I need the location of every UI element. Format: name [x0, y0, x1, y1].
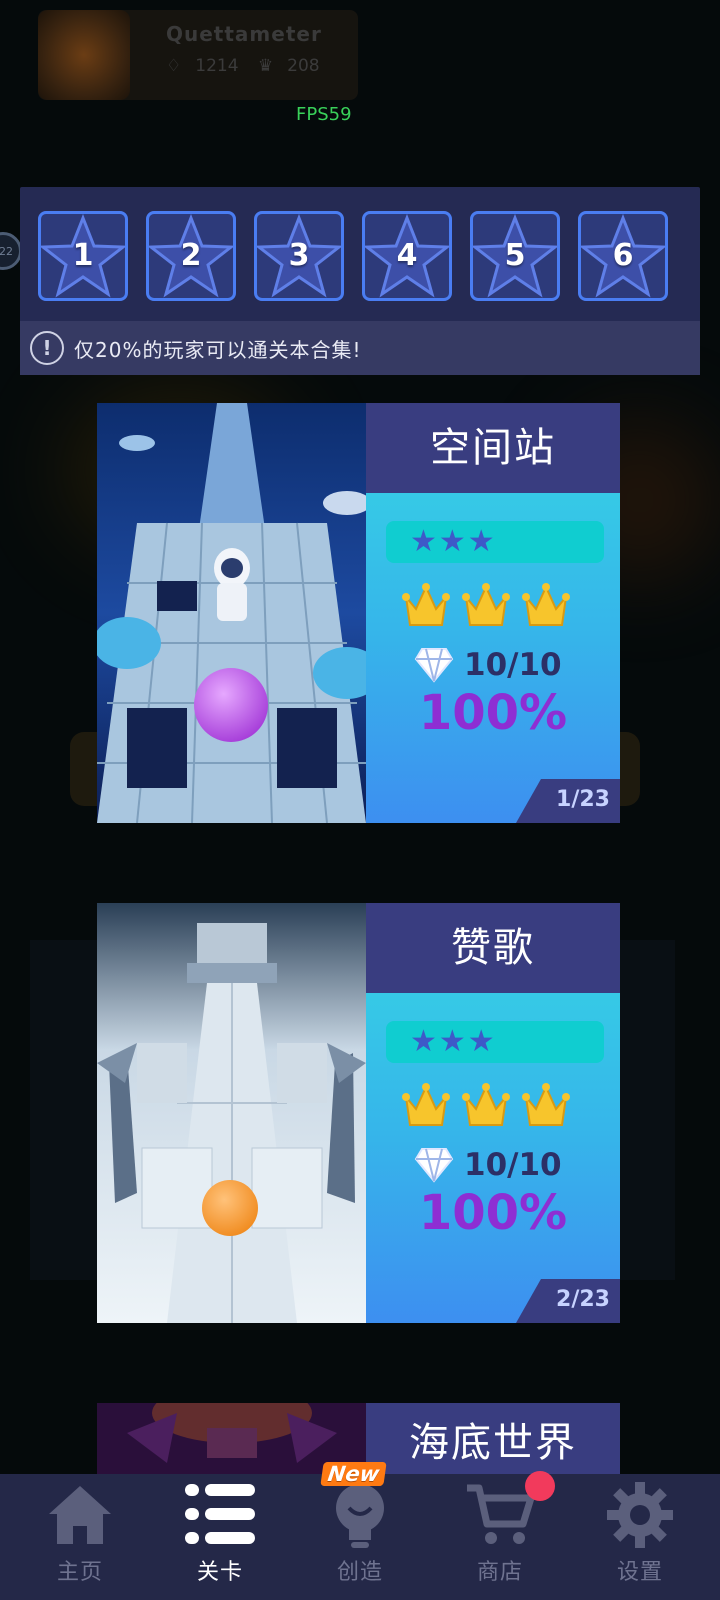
- level-title: 空间站: [366, 403, 620, 493]
- level-page-index: 1/23: [556, 787, 610, 812]
- lightbulb-icon: [336, 1484, 384, 1548]
- gem-icon: ♢: [166, 56, 182, 76]
- level-number: 4: [396, 238, 418, 273]
- crown-icon: [462, 1083, 510, 1126]
- crown-icon: ♛: [257, 56, 274, 76]
- nav-label: 设置: [616, 1560, 663, 1585]
- crown-icon: [402, 583, 450, 626]
- player-crown-count: 208: [287, 56, 320, 76]
- fps-counter: FPS59: [296, 104, 352, 125]
- level-card-space-station[interactable]: 空间站 ★★★ 10/10 100% 1/23: [97, 403, 620, 823]
- level-page-tag: 2/23: [516, 1279, 620, 1323]
- level-selector-panel: 1 2 3 4 5 6 ! 仅20%的玩家可以通关本合集!: [20, 187, 700, 375]
- info-icon: !: [30, 331, 64, 365]
- level-number: 2: [180, 238, 202, 273]
- completion-percent: 100%: [418, 685, 568, 741]
- diamond-icon: [414, 648, 454, 683]
- nav-item-settings[interactable]: 设置: [570, 1474, 710, 1600]
- level-number: 6: [612, 238, 634, 273]
- level-tile-1[interactable]: 1: [38, 211, 128, 301]
- home-icon: [49, 1486, 111, 1544]
- diamond-icon: [414, 1148, 454, 1183]
- level-number: 5: [504, 238, 526, 273]
- level-art-anthem: [97, 903, 366, 1323]
- gem-progress: 10/10: [414, 645, 562, 685]
- side-level-badge: 22: [0, 232, 22, 270]
- gem-count: 10/10: [464, 1147, 562, 1183]
- crown-icon: [522, 583, 570, 626]
- nav-label: 创造: [336, 1560, 383, 1585]
- level-title: 海底世界: [366, 1403, 620, 1474]
- level-tile-row: 1 2 3 4 5 6: [38, 211, 668, 301]
- level-page-index: 2/23: [556, 1287, 610, 1312]
- level-page-tag: 1/23: [516, 779, 620, 823]
- new-badge: New: [320, 1462, 387, 1486]
- nav-label: 关卡: [196, 1560, 243, 1585]
- crown-icon: [522, 1083, 570, 1126]
- cart-icon: [467, 1484, 535, 1544]
- difficulty-stars: ★★★: [386, 521, 604, 563]
- notice-text: 仅20%的玩家可以通关本合集!: [74, 337, 362, 362]
- crown-rating: [402, 1081, 582, 1133]
- level-tile-4[interactable]: 4: [362, 211, 452, 301]
- level-info-panel: 赞歌 ★★★ 10/10 100% 2/23: [366, 903, 620, 1323]
- level-number: 3: [288, 238, 310, 273]
- level-card-anthem[interactable]: 赞歌 ★★★ 10/10 100% 2/23: [97, 903, 620, 1323]
- crown-rating: [402, 581, 582, 633]
- nav-item-levels[interactable]: 关卡: [150, 1474, 290, 1600]
- level-title: 赞歌: [366, 903, 620, 993]
- player-avatar: [38, 10, 130, 100]
- player-name: Quettameter: [166, 22, 322, 46]
- level-tile-3[interactable]: 3: [254, 211, 344, 301]
- player-gem-count: 1214: [195, 56, 239, 76]
- completion-notice: ! 仅20%的玩家可以通关本合集!: [20, 321, 700, 375]
- player-profile-background: Quettameter ♢ 1214 ♛ 208: [38, 10, 358, 100]
- bottom-navigation: 主页 关卡 创造 商店 设置: [0, 1474, 720, 1600]
- gem-count: 10/10: [464, 647, 562, 683]
- nav-label: 主页: [56, 1560, 103, 1585]
- level-number: 1: [72, 238, 94, 273]
- level-info-panel: 空间站 ★★★ 10/10 100% 1/23: [366, 403, 620, 823]
- crown-icon: [402, 1083, 450, 1126]
- nav-item-create[interactable]: 创造: [290, 1474, 430, 1600]
- level-tile-6[interactable]: 6: [578, 211, 668, 301]
- shop-notification-dot: [525, 1471, 555, 1501]
- list-icon: [185, 1484, 255, 1544]
- level-art-space-station: [97, 403, 366, 823]
- nav-label: 商店: [476, 1560, 523, 1585]
- level-tile-5[interactable]: 5: [470, 211, 560, 301]
- completion-percent: 100%: [418, 1185, 568, 1241]
- difficulty-stars: ★★★: [386, 1021, 604, 1063]
- gem-progress: 10/10: [414, 1145, 562, 1185]
- level-tile-2[interactable]: 2: [146, 211, 236, 301]
- player-stats: ♢ 1214 ♛ 208: [166, 56, 334, 76]
- nav-item-home[interactable]: 主页: [10, 1474, 150, 1600]
- level-info-panel: 海底世界: [366, 1403, 620, 1474]
- gear-icon: [607, 1482, 673, 1548]
- crown-icon: [462, 583, 510, 626]
